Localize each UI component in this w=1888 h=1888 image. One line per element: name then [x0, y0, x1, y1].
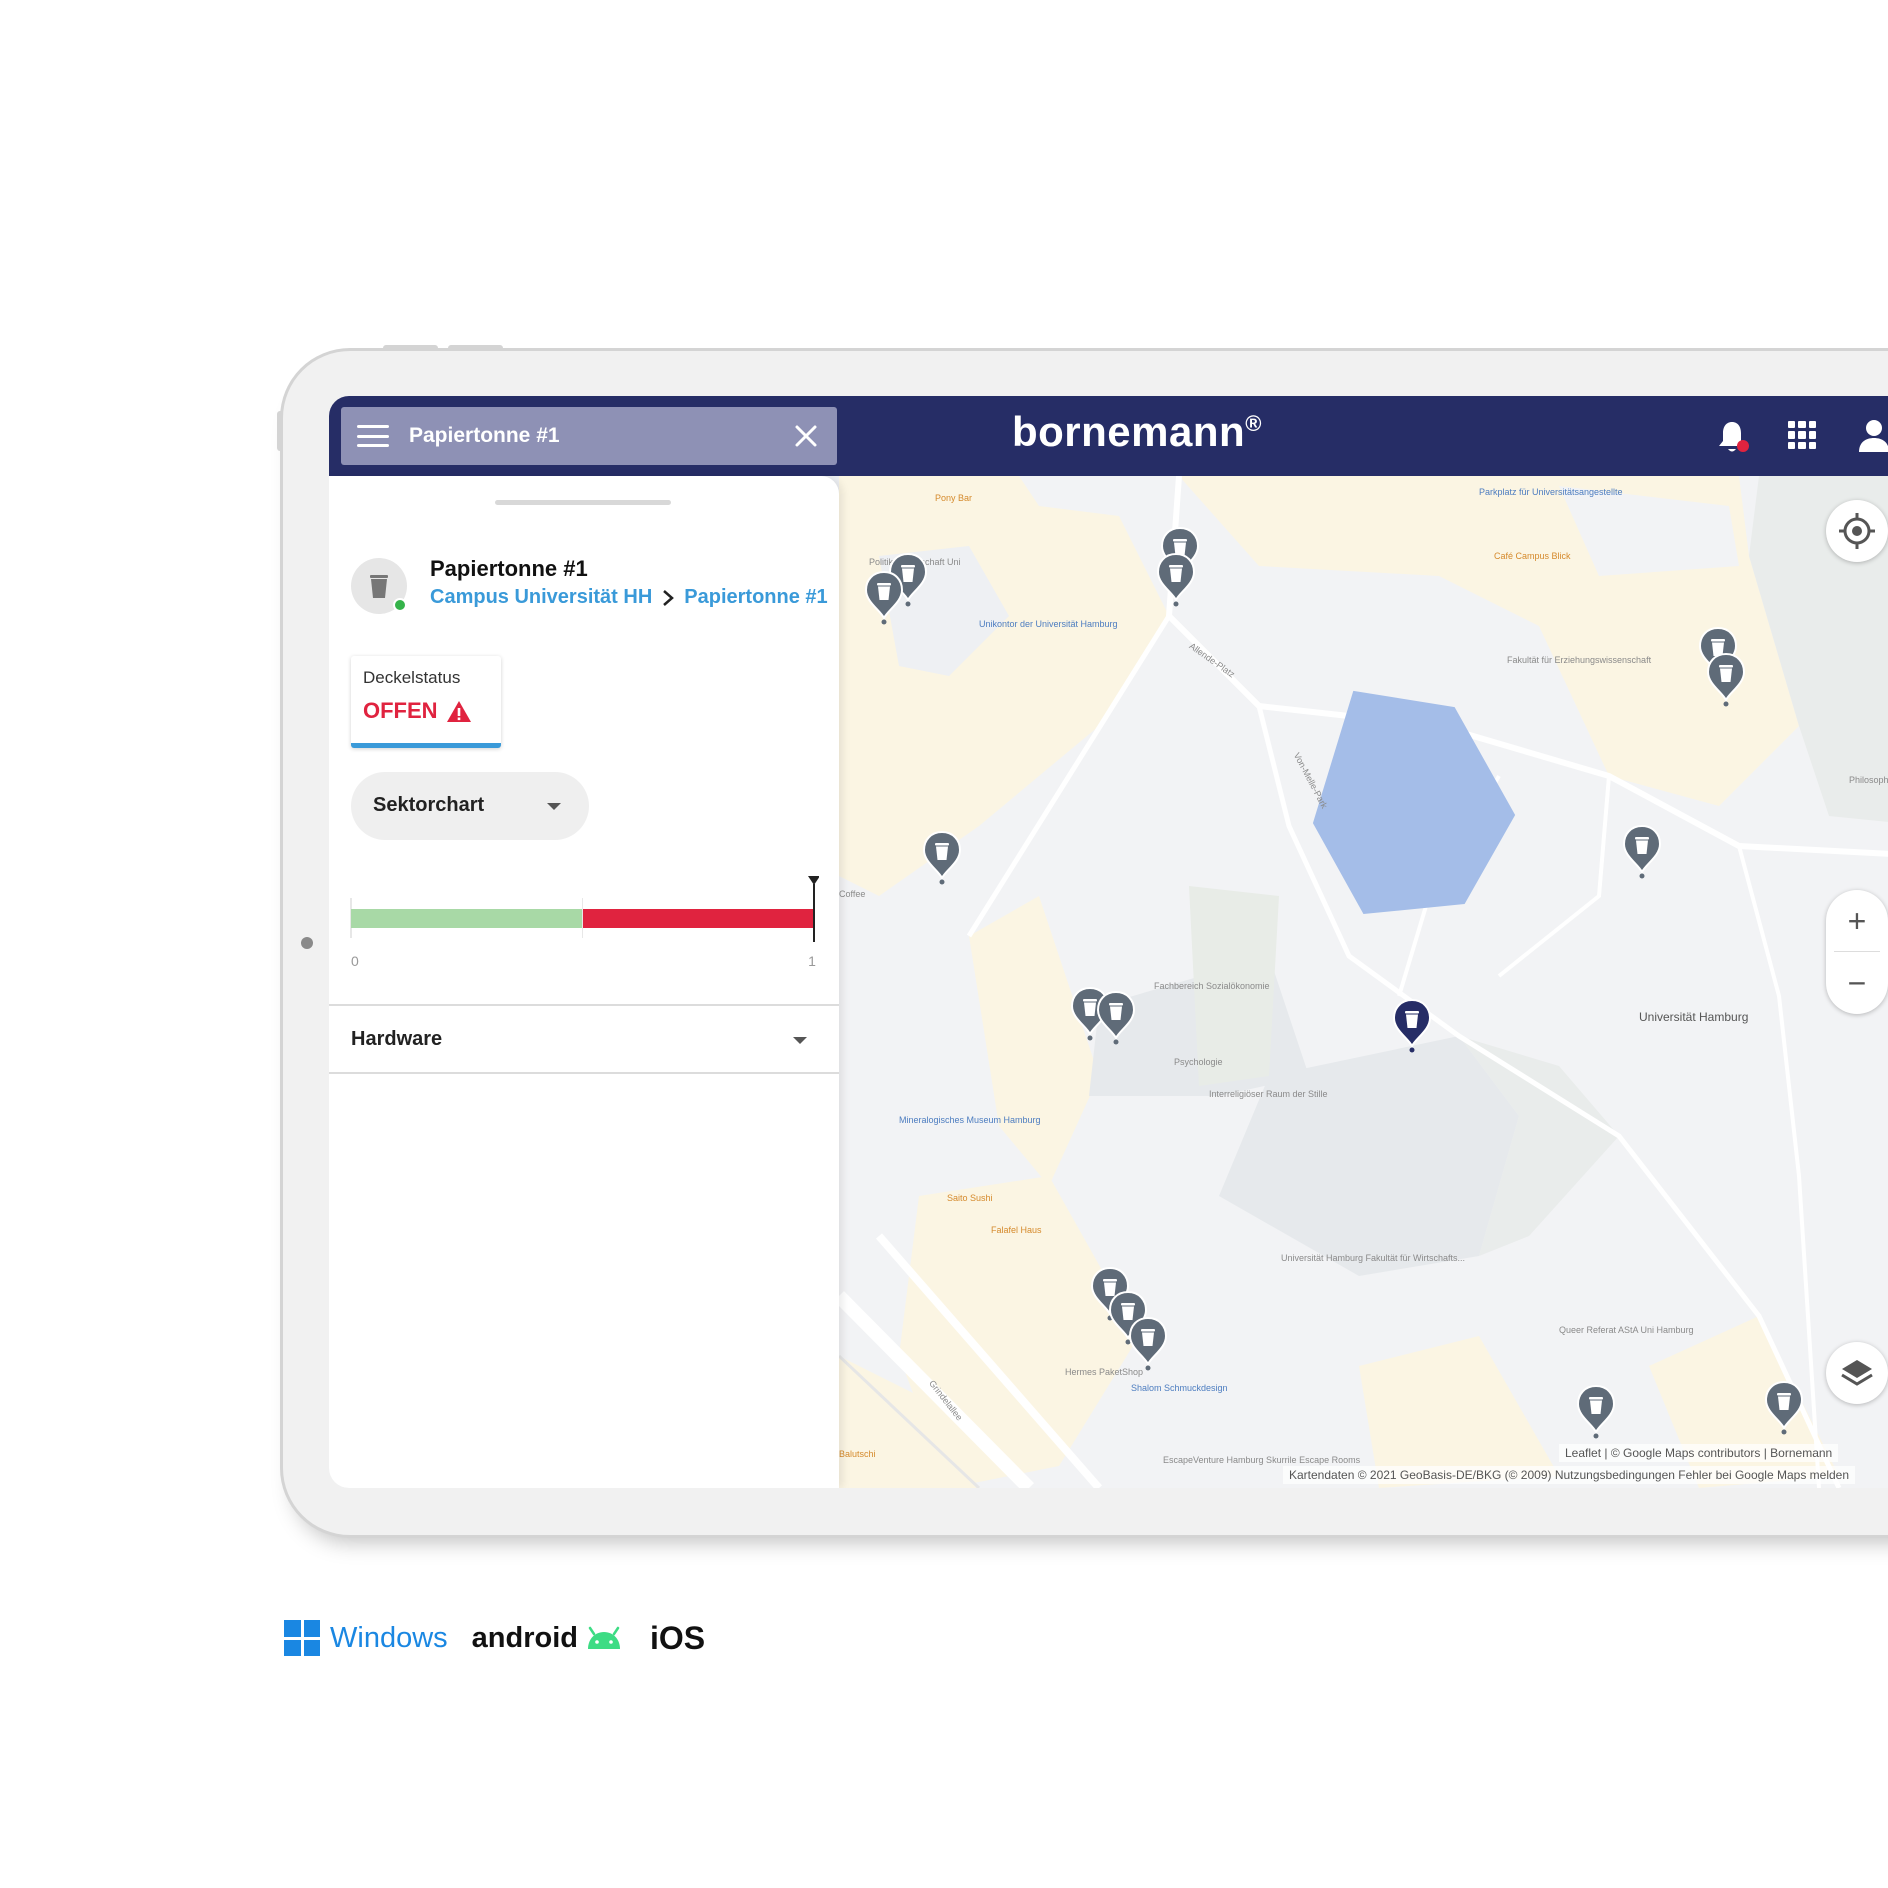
- bin-marker[interactable]: [863, 570, 905, 626]
- map-label[interactable]: Café Campus Blick: [1494, 551, 1571, 562]
- sector-polygon: [1312, 690, 1516, 915]
- map-label[interactable]: Queer Referat AStA Uni Hamburg: [1559, 1325, 1694, 1336]
- map-label[interactable]: Mineralogisches Museum Hamburg: [899, 1115, 1041, 1126]
- bar-segment-1: [582, 909, 814, 928]
- map-label[interactable]: Coffee: [839, 889, 865, 900]
- tick-label: 0: [351, 953, 359, 969]
- bin-marker[interactable]: [1763, 1380, 1805, 1436]
- tablet-button: [383, 345, 438, 350]
- caret-down-icon: [793, 1037, 807, 1044]
- windows-label: Windows: [330, 1621, 448, 1654]
- locate-button[interactable]: [1826, 500, 1888, 562]
- chart-type-label: Sektorchart: [373, 794, 485, 816]
- platform-logos: Windows android iOS: [284, 1618, 705, 1658]
- caret-down-icon: [547, 803, 561, 810]
- lid-status-card[interactable]: Deckelstatus OFFEN: [351, 656, 501, 748]
- search-box[interactable]: Papiertonne #1: [341, 407, 837, 465]
- bin-marker[interactable]: [1095, 990, 1137, 1046]
- bin-marker[interactable]: [1127, 1316, 1169, 1372]
- hardware-label: Hardware: [351, 1028, 443, 1050]
- chart-type-select[interactable]: Sektorchart: [351, 772, 589, 840]
- breadcrumb-item[interactable]: Papiertonne #1: [684, 586, 827, 609]
- layers-button[interactable]: [1826, 1342, 1888, 1404]
- android-icon: [588, 1626, 620, 1649]
- map-label[interactable]: Falafel Haus: [991, 1225, 1042, 1236]
- lid-status-label: Deckelstatus: [363, 668, 461, 687]
- map-label[interactable]: Philosophen: [1849, 775, 1888, 786]
- menu-icon[interactable]: [357, 425, 389, 447]
- ios-label: iOS: [650, 1619, 706, 1656]
- bin-marker[interactable]: [1621, 824, 1663, 880]
- bin-marker[interactable]: [1575, 1384, 1617, 1440]
- close-icon[interactable]: [791, 421, 821, 451]
- warning-icon: [446, 700, 471, 722]
- map-attribution[interactable]: Leaflet | © Google Maps contributors | B…: [1559, 1444, 1839, 1462]
- map-label[interactable]: Psychologie: [1174, 1057, 1223, 1068]
- tablet-button: [448, 345, 503, 350]
- hardware-section[interactable]: Hardware: [329, 1004, 839, 1074]
- tablet-button: [277, 411, 282, 451]
- bin-marker-selected[interactable]: [1391, 998, 1433, 1054]
- map-label[interactable]: Interreligiöser Raum der Stille: [1209, 1089, 1328, 1100]
- map-label[interactable]: Shalom Schmuckdesign: [1131, 1383, 1228, 1394]
- map-label[interactable]: Fachbereich Sozialökonomie: [1154, 981, 1270, 992]
- tick-label: 1: [808, 953, 816, 969]
- map-label[interactable]: Saito Sushi: [947, 1193, 993, 1204]
- notification-dot: [1737, 440, 1749, 452]
- bin-marker[interactable]: [921, 830, 963, 886]
- zoom-out-button[interactable]: −: [1826, 952, 1888, 1014]
- app-screen: Papiertonne #1 bornemann® Papiertonne #1…: [329, 396, 1888, 1488]
- breadcrumb-location[interactable]: Campus Universität HH: [430, 586, 652, 609]
- sector-chart: 01: [350, 876, 819, 969]
- map-label[interactable]: Pony Bar: [935, 493, 972, 504]
- apps-grid-icon[interactable]: [1788, 421, 1816, 449]
- locate-icon: [1839, 513, 1875, 549]
- breadcrumb: Campus Universität HH Papiertonne #1: [430, 586, 828, 609]
- android-label: android: [471, 1621, 578, 1654]
- drag-handle[interactable]: [495, 500, 671, 505]
- bin-marker[interactable]: [1155, 552, 1197, 608]
- app-header: Papiertonne #1 bornemann®: [329, 396, 1888, 476]
- lid-status-value: OFFEN: [363, 698, 472, 724]
- map-label[interactable]: Universität Hamburg: [1639, 1010, 1748, 1024]
- detail-panel: Papiertonne #1 Campus Universität HH Pap…: [329, 476, 839, 1488]
- map-label[interactable]: EscapeVenture Hamburg Skurrile Escape Ro…: [1163, 1455, 1360, 1466]
- bar-segment-0: [351, 909, 583, 928]
- map-label[interactable]: Fakultät für Erziehungswissenschaft: [1507, 655, 1651, 666]
- bin-avatar: [351, 558, 407, 614]
- layers-icon: [1841, 1360, 1873, 1386]
- user-icon[interactable]: [1857, 418, 1888, 454]
- map-view[interactable]: Pony Bar Parkplatz für Universitätsanges…: [839, 476, 1888, 1488]
- bell-icon[interactable]: [1716, 418, 1752, 456]
- brand-logo: bornemann®: [1012, 408, 1262, 455]
- search-input[interactable]: Papiertonne #1: [409, 424, 560, 448]
- map-label[interactable]: Balutschi: [839, 1449, 876, 1460]
- zoom-in-button[interactable]: +: [1826, 890, 1888, 952]
- windows-icon: [284, 1620, 320, 1656]
- item-title: Papiertonne #1: [430, 556, 588, 581]
- tablet-camera: [301, 937, 313, 949]
- map-label[interactable]: Universität Hamburg Fakultät für Wirtsch…: [1281, 1253, 1465, 1264]
- map-data-attribution[interactable]: Kartendaten © 2021 GeoBasis-DE/BKG (© 20…: [1283, 1466, 1856, 1484]
- map-label[interactable]: Parkplatz für Universitätsangestellte: [1479, 487, 1623, 498]
- chevron-right-icon: [663, 589, 675, 606]
- zoom-control: + −: [1826, 890, 1888, 1014]
- online-status-dot: [393, 598, 407, 612]
- value-marker-icon: [808, 876, 819, 885]
- map-label[interactable]: Unikontor der Universität Hamburg: [979, 619, 1118, 630]
- bin-marker[interactable]: [1705, 652, 1747, 708]
